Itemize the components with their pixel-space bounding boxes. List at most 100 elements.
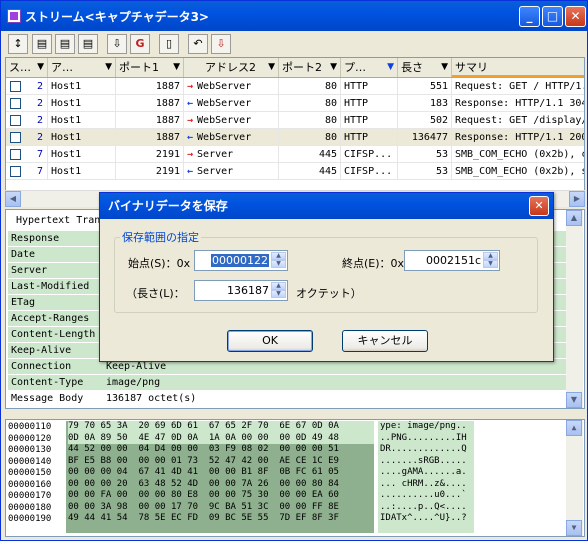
hex-ascii-line: .......sRGB..... <box>380 455 467 466</box>
toolbar-goto-icon[interactable]: G <box>130 34 150 54</box>
detail-value: 136187 octet(s) <box>106 393 197 404</box>
hex-address: 00000130 <box>8 445 52 455</box>
arrow-left-icon: ← <box>187 166 194 177</box>
detail-vscrollbar[interactable]: ▲ ▼ <box>566 210 583 408</box>
row-checkbox[interactable] <box>10 115 21 126</box>
table-row[interactable]: 7 Host1 2191 → Server 445 CIFSP... 53 SMB_COM_EC… <box>6 146 584 163</box>
hex-ascii-line: ..PNG.........IH <box>380 432 467 443</box>
ok-button[interactable]: OK <box>227 330 313 352</box>
scroll-down-icon[interactable]: ▼ <box>566 520 582 536</box>
close-button[interactable]: ✕ <box>565 6 586 27</box>
hex-byte-line: 0D 0A 89 50 4E 47 0D 0A 1A 0A 00 00 00 0… <box>68 432 374 444</box>
table-row[interactable]: 2 Host1 1887 → WebServer 80 HTTP 551 Request: GE… <box>6 78 584 95</box>
hex-byte-line: 44 52 00 00 04 D4 00 00 03 F9 08 02 00 0… <box>68 444 339 454</box>
col-stream[interactable]: ス… ▼ <box>6 58 48 77</box>
address2-cell: → WebServer <box>184 112 279 129</box>
port1-cell: 1887 <box>116 129 184 146</box>
spin-up-icon[interactable]: ▲ <box>271 282 286 290</box>
spin-down-icon[interactable]: ▼ <box>483 260 498 268</box>
port2-cell: 445 <box>279 146 341 163</box>
toolbar-export-icon[interactable]: ⇩ <box>107 34 127 54</box>
row-checkbox[interactable] <box>10 149 21 160</box>
window-title: ストリーム<キャプチャデータ3> <box>25 10 209 24</box>
address2-text: WebServer <box>197 132 252 143</box>
sort-arrow-icon: ▼ <box>105 62 112 72</box>
hex-ascii-line: DR.............Q <box>380 444 467 454</box>
col-length[interactable]: 長さ ▼ <box>398 58 452 77</box>
hex-vscrollbar[interactable]: ▲ ▼ <box>566 420 583 536</box>
address1-cell: Host1 <box>48 129 116 146</box>
toolbar-list-icon[interactable]: ▤ <box>32 34 52 54</box>
length-spinner[interactable]: ▲ ▼ <box>271 282 286 299</box>
stream-cell: 2 <box>6 112 48 129</box>
detail-row[interactable]: Content-Type image/png <box>8 375 566 391</box>
length-cell: 136477 <box>398 129 452 146</box>
scroll-down-icon[interactable]: ▼ <box>566 392 582 408</box>
unit-label: オクテット） <box>296 287 362 300</box>
col-label: 長さ <box>401 61 423 74</box>
arrow-left-icon: ← <box>187 132 194 143</box>
arrow-right-icon: → <box>187 81 194 92</box>
minimize-button[interactable]: _ <box>519 6 540 27</box>
row-checkbox[interactable] <box>10 132 21 143</box>
col-address1[interactable]: ア… ▼ <box>48 58 116 77</box>
dialog-close-button[interactable]: ✕ <box>529 196 549 216</box>
scroll-up-icon[interactable]: ▲ <box>566 210 582 226</box>
title-bar: ストリーム<キャプチャデータ3> _ □ ✕ <box>1 1 587 31</box>
spin-up-icon[interactable]: ▲ <box>271 252 286 260</box>
scroll-up-icon[interactable]: ▲ <box>566 420 582 436</box>
stream-cell: 7 <box>6 163 48 180</box>
table-row[interactable]: 2 Host1 1887 ← WebServer 80 HTTP 183 Response: H… <box>6 95 584 112</box>
summary-cell: Request: GET / HTTP/1.1 <box>452 78 584 95</box>
spin-down-icon[interactable]: ▼ <box>271 260 286 268</box>
col-address2[interactable]: アドレス2 ▼ <box>184 58 279 77</box>
hex-byte-line: 00 00 00 20 63 48 52 4D 00 00 7A 26 00 0… <box>68 478 339 489</box>
arrow-left-icon: ← <box>187 98 194 109</box>
start-offset-input[interactable]: 00000122 ▲ ▼ <box>194 250 288 271</box>
detail-key: Accept-Ranges <box>11 313 90 324</box>
toolbar-window-icon[interactable]: ▯ <box>159 34 179 54</box>
table-row[interactable]: 2 Host1 1887 ← WebServer 80 HTTP 136477 Response… <box>6 129 584 146</box>
row-checkbox[interactable] <box>10 166 21 177</box>
end-offset-value: 0002151c <box>425 254 481 267</box>
col-port2[interactable]: ポート2 ▼ <box>279 58 341 77</box>
toolbar-color-list-icon[interactable]: ▤ <box>55 34 75 54</box>
stream-table: ス… ▼ ア… ▼ ポート1 ▼ アドレス2 ▼ ポート2 ▼ プ… ▼ 長さ ▼ サマリ 2… <box>5 57 585 207</box>
arrow-right-icon: → <box>187 115 194 126</box>
address2-cell: ← Server <box>184 163 279 180</box>
length-cell: 183 <box>398 95 452 112</box>
end-spinner[interactable]: ▲ ▼ <box>483 252 498 269</box>
toolbar-table-icon[interactable]: ▤ <box>78 34 98 54</box>
spin-up-icon[interactable]: ▲ <box>483 252 498 260</box>
detail-key: Server <box>11 265 48 276</box>
toolbar-undo-icon[interactable]: ↶ <box>188 34 208 54</box>
end-offset-input[interactable]: 0002151c ▲ ▼ <box>404 250 500 271</box>
hex-address: 00000160 <box>8 479 52 490</box>
table-row[interactable]: 7 Host1 2191 ← Server 445 CIFSP... 53 SMB_COM_EC… <box>6 163 584 180</box>
stream-cell: 7 <box>6 146 48 163</box>
dialog-title: バイナリデータを保存 <box>100 193 553 219</box>
detail-value: image/png <box>106 377 161 388</box>
spin-down-icon[interactable]: ▼ <box>271 290 286 298</box>
toolbar-save-icon[interactable]: ⇩ <box>211 34 231 54</box>
hex-ascii-line: IDATx^....^U}..? <box>380 513 467 523</box>
hex-byte-line: BF E5 B8 00 00 00 01 73 52 47 42 00 AE C… <box>68 455 339 466</box>
col-port1[interactable]: ポート1 ▼ <box>116 58 184 77</box>
row-checkbox[interactable] <box>10 98 21 109</box>
col-label: ポート1 <box>119 61 159 74</box>
row-checkbox[interactable] <box>10 81 21 92</box>
length-input[interactable]: 136187 ▲ ▼ <box>194 280 288 301</box>
scroll-left-icon[interactable]: ◀ <box>5 191 21 207</box>
scroll-right-icon[interactable]: ▶ <box>569 191 585 207</box>
port2-cell: 80 <box>279 129 341 146</box>
table-row[interactable]: 2 Host1 1887 → WebServer 80 HTTP 502 Request: GE… <box>6 112 584 129</box>
cancel-button[interactable]: キャンセル <box>342 330 428 352</box>
summary-cell: Response: HTTP/1.1 304 <box>452 95 584 112</box>
col-protocol[interactable]: プ… ▼ <box>341 58 398 77</box>
address2-cell: → WebServer <box>184 78 279 95</box>
toolbar-resize-icon[interactable]: ↕ <box>8 34 28 54</box>
col-summary[interactable]: サマリ <box>452 58 584 77</box>
detail-row[interactable]: Message Body 136187 octet(s) <box>8 391 566 407</box>
maximize-button[interactable]: □ <box>542 6 563 27</box>
start-spinner[interactable]: ▲ ▼ <box>271 252 286 269</box>
